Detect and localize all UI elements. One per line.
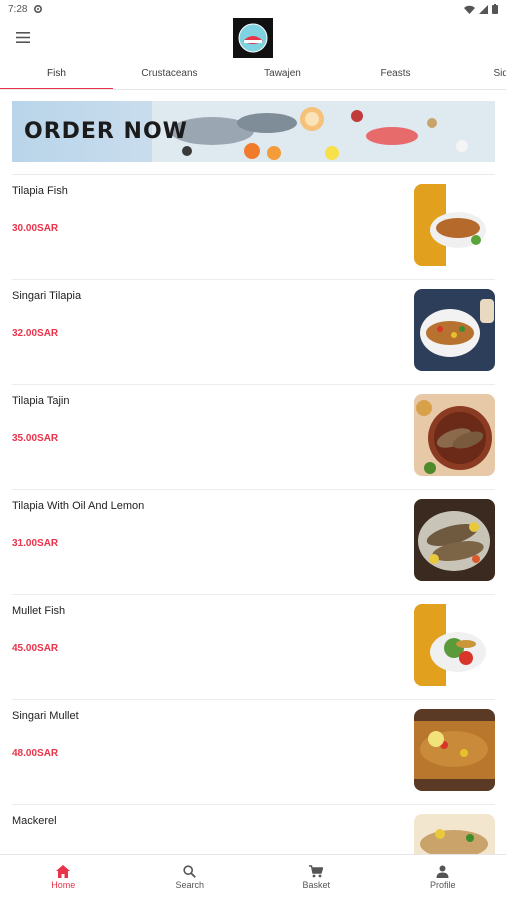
menu-item-name: Mackerel [12,815,57,827]
tab-feasts[interactable]: Feasts [339,60,452,89]
nav-search[interactable]: Search [127,855,254,900]
mullet-plate-image [414,604,495,686]
menu-item-name: Tilapia Fish [12,185,68,197]
wifi-icon [464,5,475,14]
menu-item[interactable]: Mullet Fish 45.00SAR [0,595,506,700]
menu-item[interactable]: Mackerel [0,805,506,854]
settings-icon [34,4,43,14]
menu-item-image [414,814,495,854]
menu-item-image [414,604,495,686]
singari-fish-image [414,289,495,371]
category-tabs: Fish Crustaceans Tawajen Feasts Side D [0,60,506,90]
menu-item-list: Tilapia Fish 30.00SAR Singari Tilapia 32… [0,175,506,854]
tab-fish[interactable]: Fish [0,60,113,89]
menu-item-price: 35.00SAR [12,433,59,444]
tajin-pot-image [414,394,495,476]
tab-side-dishes[interactable]: Side D [452,60,506,89]
menu-item[interactable]: Singari Tilapia 32.00SAR [0,280,506,385]
banner-text: ORDER NOW [24,119,188,144]
nav-basket[interactable]: Basket [253,855,380,900]
menu-item-price: 31.00SAR [12,538,59,549]
profile-icon [436,865,449,878]
nav-home[interactable]: Home [0,855,127,900]
logo-emblem-icon [238,23,268,53]
order-now-banner[interactable]: ORDER NOW [12,101,495,162]
fish-oil-lemon-image [414,499,495,581]
cart-icon [309,865,324,878]
nav-basket-label: Basket [302,880,330,890]
tab-tawajen[interactable]: Tawajen [226,60,339,89]
menu-item[interactable]: Tilapia Fish 30.00SAR [0,175,506,280]
app-header [0,18,506,60]
menu-item-image [414,289,495,371]
menu-item-image [414,499,495,581]
menu-item-image [414,394,495,476]
nav-profile-label: Profile [429,880,456,890]
menu-item[interactable]: Tilapia With Oil And Lemon 31.00SAR [0,490,506,595]
status-time: 7:28 [8,3,28,15]
menu-item-price: 32.00SAR [12,328,59,339]
nav-home-label: Home [51,880,76,890]
menu-item-name: Mullet Fish [12,605,66,617]
menu-item-price: 48.00SAR [12,748,59,759]
menu-item-name: Singari Mullet [12,710,79,722]
battery-icon [492,4,498,14]
menu-item-image [414,709,495,791]
menu-item[interactable]: Tilapia Tajin 35.00SAR [0,385,506,490]
menu-button[interactable] [12,26,34,48]
home-icon [56,865,71,878]
status-right [464,4,498,14]
tab-crustaceans[interactable]: Crustaceans [113,60,226,89]
menu-item[interactable]: Singari Mullet 48.00SAR [0,700,506,805]
menu-content: ORDER NOW Tilapia Fish 30.00SAR Singari … [0,91,506,854]
menu-item-name: Tilapia Tajin [12,395,70,407]
status-left: 7:28 [8,4,43,15]
restaurant-logo [233,18,273,58]
signal-icon [479,4,488,14]
menu-item-price: 30.00SAR [12,223,59,234]
nav-profile[interactable]: Profile [380,855,506,900]
menu-item-name: Tilapia With Oil And Lemon [12,500,145,512]
grilled-fish-plate-image [414,184,495,266]
menu-item-price: 45.00SAR [12,643,59,654]
menu-item-image [414,184,495,266]
status-bar: 7:28 [0,0,506,18]
singari-mullet-image [414,709,495,791]
mackerel-image [414,814,495,854]
menu-item-name: Singari Tilapia [12,290,82,302]
nav-search-label: Search [175,880,205,890]
search-icon [183,865,197,878]
bottom-navigation: Home Search Basket Profile [0,854,506,900]
hamburger-menu-icon [16,31,30,43]
